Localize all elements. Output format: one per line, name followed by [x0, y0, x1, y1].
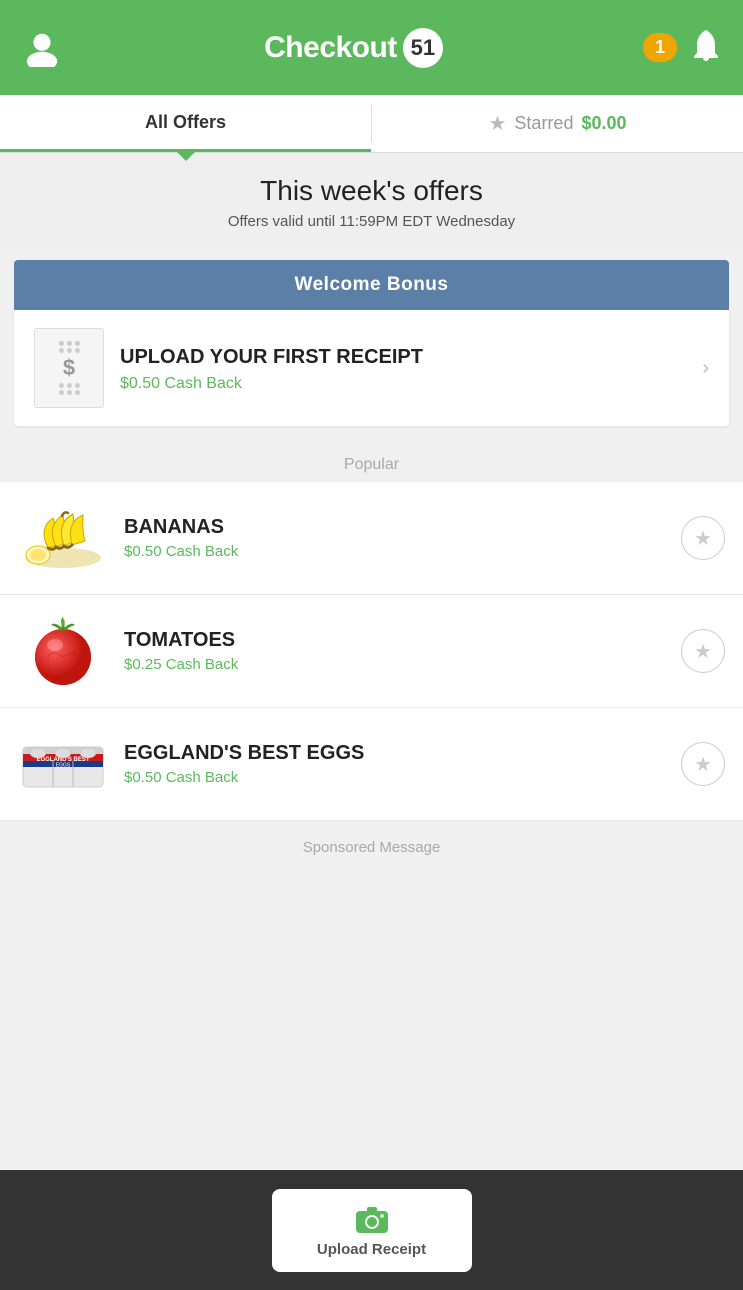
star-icon: ★: [694, 639, 712, 664]
bananas-name: BANANAS: [124, 516, 665, 539]
bell-icon[interactable]: [689, 27, 723, 68]
product-list: BANANAS $0.50 Cash Back ★: [0, 482, 743, 821]
week-title: This week's offers: [20, 175, 723, 207]
eggs-cashback: $0.50 Cash Back: [124, 769, 665, 786]
receipt-cashback: $0.50 Cash Back: [120, 375, 686, 393]
logo: Checkout 51: [264, 28, 443, 68]
logo-badge: 51: [403, 28, 443, 68]
starred-amount: $0.00: [581, 113, 626, 134]
all-offers-label: All Offers: [145, 112, 226, 133]
star-icon: ★: [694, 526, 712, 551]
tab-all-offers[interactable]: All Offers: [0, 95, 371, 152]
upload-label: Upload Receipt: [317, 1241, 426, 1258]
eggs-info: EGGLAND'S BEST EGGS $0.50 Cash Back: [124, 742, 665, 786]
eggs-name: EGGLAND'S BEST EGGS: [124, 742, 665, 765]
week-subtitle: Offers valid until 11:59PM EDT Wednesday: [20, 213, 723, 230]
sponsored-section: Sponsored Message: [0, 821, 743, 864]
dollar-sign: $: [63, 355, 75, 381]
eggs-image: EGGLAND'S BEST EGGS: [18, 724, 108, 804]
tab-starred[interactable]: ★ Starred $0.00: [372, 95, 743, 152]
star-icon: ★: [488, 111, 506, 136]
profile-button[interactable]: [20, 26, 64, 70]
receipt-offer-title: UPLOAD YOUR FIRST RECEIPT: [120, 344, 686, 370]
tomatoes-image: [18, 611, 108, 691]
sponsored-label: Sponsored Message: [303, 839, 441, 856]
week-header: This week's offers Offers valid until 11…: [0, 153, 743, 248]
tab-bar: All Offers ★ Starred $0.00: [0, 95, 743, 153]
user-icon: [23, 29, 61, 67]
list-item[interactable]: TOMATOES $0.25 Cash Back ★: [0, 595, 743, 708]
eggs-star-button[interactable]: ★: [681, 742, 725, 786]
tomatoes-cashback: $0.25 Cash Back: [124, 656, 665, 673]
upload-receipt-button[interactable]: Upload Receipt: [272, 1189, 472, 1272]
svg-text:EGGS: EGGS: [56, 762, 71, 768]
tomatoes-name: TOMATOES: [124, 629, 665, 652]
star-icon: ★: [694, 752, 712, 777]
bottom-bar-bg-right: [482, 1170, 743, 1290]
receipt-icon: $: [34, 328, 104, 408]
starred-label: Starred: [514, 113, 573, 134]
receipt-offer-card[interactable]: $ UPLOAD YOUR FIRST RECEIPT $0.50 Cash B…: [14, 310, 729, 426]
bottom-bar: Upload Receipt: [0, 1170, 743, 1290]
bananas-star-button[interactable]: ★: [681, 516, 725, 560]
receipt-info: UPLOAD YOUR FIRST RECEIPT $0.50 Cash Bac…: [120, 344, 686, 393]
bananas-info: BANANAS $0.50 Cash Back: [124, 516, 665, 560]
welcome-bonus-label: Welcome Bonus: [295, 274, 449, 295]
welcome-bonus-banner: Welcome Bonus: [14, 260, 729, 310]
list-item[interactable]: EGGLAND'S BEST EGGS EGGLAND'S BEST EGGS …: [0, 708, 743, 821]
receipt-chevron-right-icon: ›: [702, 357, 709, 380]
app-header: Checkout 51 1: [0, 0, 743, 95]
camera-icon: [354, 1203, 390, 1235]
notification-badge[interactable]: 1: [643, 33, 677, 62]
bottom-bar-bg-left: [0, 1170, 262, 1290]
list-item[interactable]: BANANAS $0.50 Cash Back ★: [0, 482, 743, 595]
bananas-cashback: $0.50 Cash Back: [124, 543, 665, 560]
main-content: This week's offers Offers valid until 11…: [0, 153, 743, 964]
tomatoes-info: TOMATOES $0.25 Cash Back: [124, 629, 665, 673]
header-right-icons: 1: [643, 27, 723, 68]
popular-section-label: Popular: [0, 442, 743, 482]
logo-text: Checkout: [264, 31, 397, 65]
bananas-image: [18, 498, 108, 578]
tomatoes-star-button[interactable]: ★: [681, 629, 725, 673]
